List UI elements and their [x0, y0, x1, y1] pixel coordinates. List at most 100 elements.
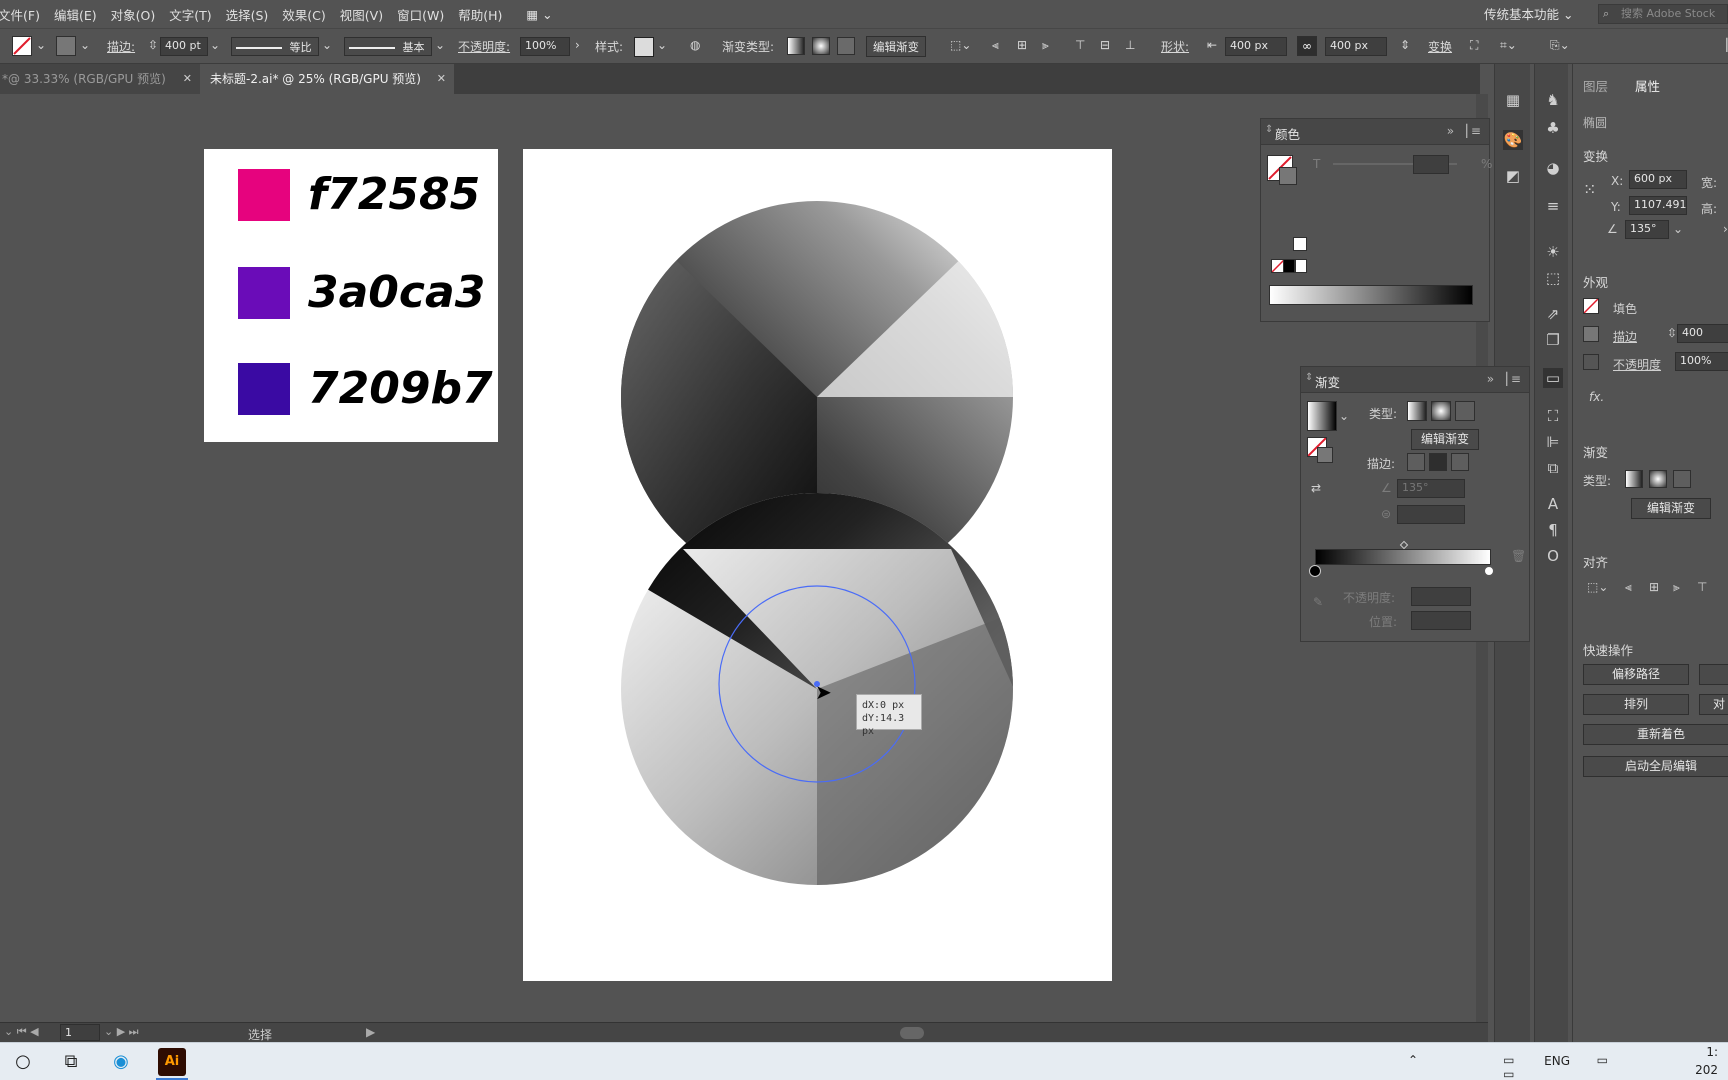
artboard-icon[interactable]: ⛶ [1543, 406, 1563, 426]
fx-label[interactable]: fx. [1589, 390, 1604, 404]
layout-switcher-icon[interactable]: ▦ ⌄ [519, 7, 559, 22]
stroke-panel-icon[interactable]: ≡ [1543, 196, 1563, 216]
pathfinder-icon[interactable]: ⧉ [1543, 458, 1563, 478]
recolor-artwork-icon[interactable]: ◍ [690, 38, 700, 52]
offset-path-button[interactable]: 偏移路径 [1583, 664, 1689, 685]
stroke-stepper-icon[interactable]: ⇳ [1667, 326, 1677, 340]
align-top-icon[interactable]: ⊤ [1075, 38, 1085, 52]
tint-input[interactable] [1413, 155, 1449, 174]
color-guide-icon[interactable]: ◩ [1503, 166, 1523, 186]
tray-app-icons[interactable]: ▭ ▭ 🔊 ▭ [1503, 1053, 1518, 1080]
align-panel-icon[interactable]: ⊫ [1543, 432, 1563, 452]
gradient-artwork[interactable] [523, 149, 1112, 981]
radial-gradient-button[interactable] [812, 37, 830, 55]
align-bottom-icon[interactable]: ⊥ [1125, 38, 1135, 52]
linear-gradient-button[interactable] [1625, 470, 1643, 488]
tab-properties[interactable]: 属性 [1625, 74, 1671, 100]
gradient-preview-swatch[interactable] [1307, 401, 1337, 431]
quick-action-button-partial[interactable]: 对 [1699, 694, 1728, 715]
layers-copy-icon[interactable]: ❐ [1543, 330, 1563, 350]
isolate-icon[interactable]: ⛶ [1470, 38, 1478, 53]
canvas-area[interactable]: f72585 3a0ca3 7209b7 ➤ dX:0 px dY:14.3 p… [0, 94, 1476, 1022]
color-spectrum-ramp[interactable] [1269, 285, 1473, 305]
rotation-dropdown-icon[interactable]: ⌄ [1673, 222, 1683, 236]
y-position-input[interactable]: 1107.491 [1629, 196, 1687, 215]
freeform-gradient-button[interactable] [837, 37, 855, 55]
eyedropper-icon[interactable]: ✎ [1313, 595, 1323, 609]
fill-none-swatch[interactable] [12, 36, 32, 56]
shape-height-input[interactable]: 400 px [1325, 37, 1387, 56]
artboard-number-input[interactable]: 1 [60, 1024, 100, 1041]
gradient-stop-black[interactable] [1309, 565, 1321, 577]
linear-gradient-button[interactable] [1407, 401, 1427, 421]
menu-object[interactable]: 对象(O) [104, 5, 163, 24]
stroke-label[interactable]: 描边: [107, 38, 135, 55]
align-top-icon[interactable]: ⊤ [1697, 580, 1707, 594]
reverse-gradient-icon[interactable]: ⇄ [1311, 481, 1321, 495]
brush-dropdown-icon[interactable]: ⌄ [435, 38, 445, 52]
color-reference-card[interactable]: f72585 3a0ca3 7209b7 [204, 149, 498, 442]
rotation-input[interactable]: 135° [1625, 220, 1669, 239]
arrange-icon[interactable]: ⎘⌄ [1550, 38, 1570, 53]
stop-opacity-input[interactable] [1411, 587, 1471, 606]
stroke-across-button[interactable] [1451, 453, 1469, 471]
opacity-input[interactable]: 100% [520, 37, 570, 56]
character-icon[interactable]: A [1543, 494, 1563, 514]
stroke-weight-input[interactable]: 400 [1677, 324, 1728, 343]
menu-help[interactable]: 帮助(H) [451, 5, 509, 24]
transform-button[interactable]: 变换 [1428, 38, 1452, 55]
stroke-along-button[interactable] [1429, 453, 1447, 471]
align-left-icon[interactable]: ⫷ [1625, 580, 1632, 595]
freeform-gradient-button[interactable] [1673, 470, 1691, 488]
align-to-icon[interactable]: ⬚⌄ [1587, 580, 1608, 594]
link-proportions-icon[interactable]: ∞ [1297, 36, 1317, 56]
opacity-label[interactable]: 不透明度 [1613, 356, 1661, 373]
global-edit-button[interactable]: 启动全局编辑 [1583, 756, 1728, 777]
variable-width-profile[interactable]: 等比 [231, 37, 319, 56]
opacity-label[interactable]: 不透明度: [458, 38, 510, 55]
align-right-icon[interactable]: ⫸ [1042, 38, 1049, 53]
gradient-angle-input[interactable]: 135° [1397, 479, 1465, 498]
edit-gradient-button[interactable]: 编辑渐变 [1411, 429, 1479, 450]
artboard[interactable] [523, 149, 1112, 981]
gradient-preview-dropdown-icon[interactable]: ⌄ [1339, 409, 1349, 423]
task-view-icon[interactable]: ⧉ [58, 1049, 84, 1075]
close-icon[interactable]: ✕ [437, 64, 446, 94]
artboard-nav-icons[interactable]: ⌄ ⏮ ◀ [4, 1025, 39, 1039]
brush-definition[interactable]: 基本 [344, 37, 432, 56]
crop-icon[interactable]: ⌗⌄ [1500, 38, 1517, 53]
recolor-button[interactable]: 重新着色 [1583, 724, 1728, 745]
opentype-icon[interactable]: O [1543, 546, 1563, 566]
clock-time[interactable]: 1: [1706, 1045, 1718, 1059]
profile-dropdown-icon[interactable]: ⌄ [322, 38, 332, 52]
illustrator-app-icon[interactable]: Ai [158, 1048, 186, 1076]
stroke-weight-input[interactable]: 400 pt [160, 37, 208, 56]
gradient-stop-white[interactable] [1483, 565, 1495, 577]
align-hcenter-icon[interactable]: ⊞ [1017, 38, 1027, 52]
quick-action-button-partial[interactable] [1699, 664, 1728, 685]
panel-collapse-icon[interactable]: ⇕ [1305, 372, 1313, 383]
reference-point-icon[interactable]: ⁙ [1583, 180, 1596, 199]
workspace-switcher[interactable]: 传统基本功能 ⌄ [1484, 4, 1573, 23]
artboard-nav-next-icons[interactable]: ⌄ ▶ ⏭ [104, 1025, 139, 1039]
opacity-arrow-icon[interactable]: › [575, 38, 580, 52]
shape-width-input[interactable]: 400 px [1225, 37, 1287, 56]
close-icon[interactable]: ✕ [183, 64, 192, 94]
edge-icon[interactable]: ◉ [108, 1049, 134, 1075]
align-right-icon[interactable]: ⫸ [1673, 580, 1680, 595]
stock-search-input[interactable]: ⌕ 搜索 Adobe Stock [1598, 4, 1728, 24]
stroke-swatch[interactable] [1583, 326, 1599, 342]
align-left-icon[interactable]: ⫷ [992, 38, 999, 53]
gradient-panel-icon[interactable]: ▭ [1543, 368, 1563, 388]
delete-stop-icon[interactable]: 🗑 [1511, 549, 1526, 563]
menu-window[interactable]: 窗口(W) [390, 5, 451, 24]
edit-gradient-button[interactable]: 编辑渐变 [1631, 498, 1711, 519]
x-position-input[interactable]: 600 px [1629, 170, 1687, 189]
paragraph-icon[interactable]: ¶ [1543, 520, 1563, 540]
stroke-label[interactable]: 描边 [1613, 328, 1637, 345]
stroke-toggle[interactable] [1317, 447, 1333, 463]
style-swatch[interactable] [634, 37, 654, 57]
clock-date[interactable]: 202 [1695, 1063, 1718, 1077]
tab-layers[interactable]: 图层 [1573, 74, 1618, 100]
tray-chevron-icon[interactable]: ⌃ [1408, 1053, 1418, 1067]
